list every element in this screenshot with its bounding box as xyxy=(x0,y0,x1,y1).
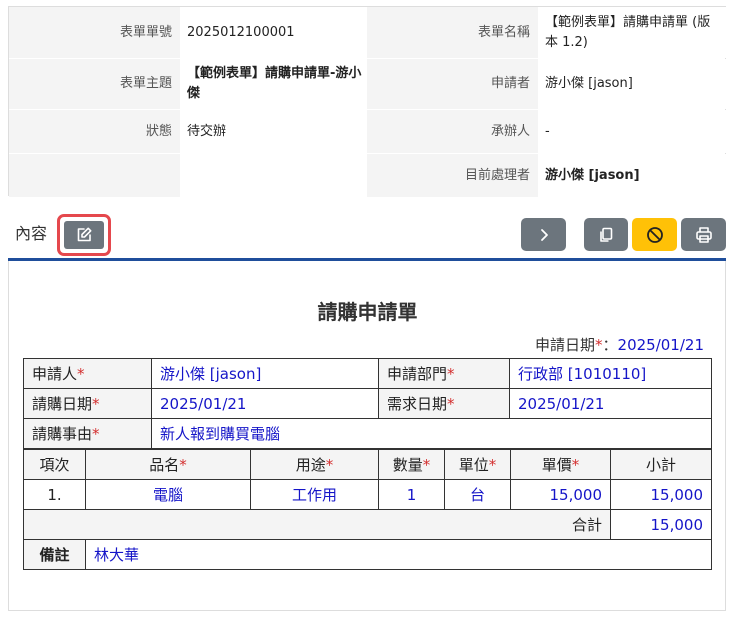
applicant-value: 游小傑 [jason] xyxy=(538,59,727,109)
table-header-row: 項次 品名* 用途* 數量* 單位* 單價* 小計 xyxy=(23,449,712,480)
required-mark: * xyxy=(595,336,603,354)
empty-label xyxy=(9,154,180,197)
form-info-panel: 表單單號 2025012100001 表單名稱 【範例表單】請購申請單 (版本 … xyxy=(8,6,727,197)
table-row: 1. 電腦 工作用 1 台 15,000 15,000 xyxy=(23,479,712,510)
table-row: 備註 林大華 xyxy=(23,539,712,570)
purchase-date-value: 2025/01/21 xyxy=(151,388,379,419)
total-value: 15,000 xyxy=(610,509,712,540)
info-row: 表單單號 2025012100001 表單名稱 【範例表單】請購申請單 (版本 … xyxy=(9,7,727,58)
info-row: 目前處理者 游小傑 [jason] xyxy=(9,153,727,197)
purchase-date-label: 請購日期* xyxy=(23,388,152,419)
status-label: 狀態 xyxy=(9,110,180,153)
info-row: 表單主題 【範例表單】請購申請單-游小傑 申請者 游小傑 [jason] xyxy=(9,58,727,109)
applicant-cell-label: 申請人* xyxy=(23,358,152,389)
need-date-value: 2025/01/21 xyxy=(509,388,712,419)
form-no-label: 表單單號 xyxy=(9,7,180,58)
col-qty: 數量* xyxy=(378,449,445,480)
apply-date: 申請日期*：2025/01/21 xyxy=(535,336,704,354)
form-title: 請購申請單 xyxy=(317,300,418,324)
form-name-label: 表單名稱 xyxy=(367,7,538,58)
applicant-label: 申請者 xyxy=(367,59,538,109)
status-value: 待交辦 xyxy=(180,110,367,153)
row-qty: 1 xyxy=(378,479,445,510)
ban-icon xyxy=(646,226,663,243)
row-subtotal: 15,000 xyxy=(610,479,712,510)
subject-value: 【範例表單】請購申請單-游小傑 xyxy=(180,59,367,109)
col-item: 品名* xyxy=(85,449,251,480)
need-date-label: 需求日期* xyxy=(378,388,510,419)
remark-value: 林大華 xyxy=(85,539,712,570)
table-row: 申請人* 游小傑 [jason] 申請部門* 行政部 [1010110] xyxy=(23,358,712,389)
remark-table: 備註 林大華 xyxy=(23,539,712,570)
table-row: 請購日期* 2025/01/21 需求日期* 2025/01/21 xyxy=(23,388,712,419)
row-seq: 1. xyxy=(23,479,86,510)
row-usage: 工作用 xyxy=(250,479,379,510)
remark-label: 備註 xyxy=(23,539,86,570)
print-button[interactable] xyxy=(681,218,726,251)
info-row: 狀態 待交辦 承辦人 - xyxy=(9,109,727,153)
handler-label: 承辦人 xyxy=(367,110,538,153)
row-price: 15,000 xyxy=(510,479,611,510)
col-seq: 項次 xyxy=(23,449,86,480)
copy-icon xyxy=(600,227,613,242)
reason-value: 新人報到購買電腦 xyxy=(151,418,712,449)
dept-cell-label: 申請部門* xyxy=(378,358,510,389)
table-row: 請購事由* 新人報到購買電腦 xyxy=(23,418,712,449)
reason-label: 請購事由* xyxy=(23,418,152,449)
content-label: 內容 xyxy=(15,224,48,243)
apply-date-label: 申請日期 xyxy=(535,336,596,354)
items-table: 項次 品名* 用途* 數量* 單位* 單價* 小計 1. 電腦 工作用 1 台 … xyxy=(23,449,712,540)
col-price: 單價* xyxy=(510,449,611,480)
apply-date-value: 2025/01/21 xyxy=(617,336,704,354)
next-button[interactable] xyxy=(521,218,566,251)
current-handler-value: 游小傑 [jason] xyxy=(538,154,727,197)
table-total-row: 合計 15,000 xyxy=(23,509,712,540)
current-handler-label: 目前處理者 xyxy=(367,154,538,197)
total-label: 合計 xyxy=(23,509,611,540)
empty-value xyxy=(180,154,367,197)
col-subtotal: 小計 xyxy=(610,449,712,480)
edit-button[interactable] xyxy=(57,214,111,256)
row-unit: 台 xyxy=(444,479,511,510)
dept-cell-value: 行政部 [1010110] xyxy=(509,358,712,389)
subject-label: 表單主題 xyxy=(9,59,180,109)
cancel-button[interactable] xyxy=(632,218,677,251)
applicant-info-table: 申請人* 游小傑 [jason] 申請部門* 行政部 [1010110] 請購日… xyxy=(23,358,712,449)
form-no-value: 2025012100001 xyxy=(180,7,367,58)
edit-icon xyxy=(64,221,104,249)
applicant-cell-value: 游小傑 [jason] xyxy=(151,358,379,389)
copy-button[interactable] xyxy=(584,218,628,251)
chevron-right-icon xyxy=(540,228,548,241)
col-unit: 單位* xyxy=(444,449,511,480)
print-icon xyxy=(695,226,712,243)
handler-value: - xyxy=(538,110,727,153)
row-item: 電腦 xyxy=(85,479,251,510)
form-name-value: 【範例表單】請購申請單 (版本 1.2) xyxy=(538,7,727,58)
col-usage: 用途* xyxy=(250,449,379,480)
